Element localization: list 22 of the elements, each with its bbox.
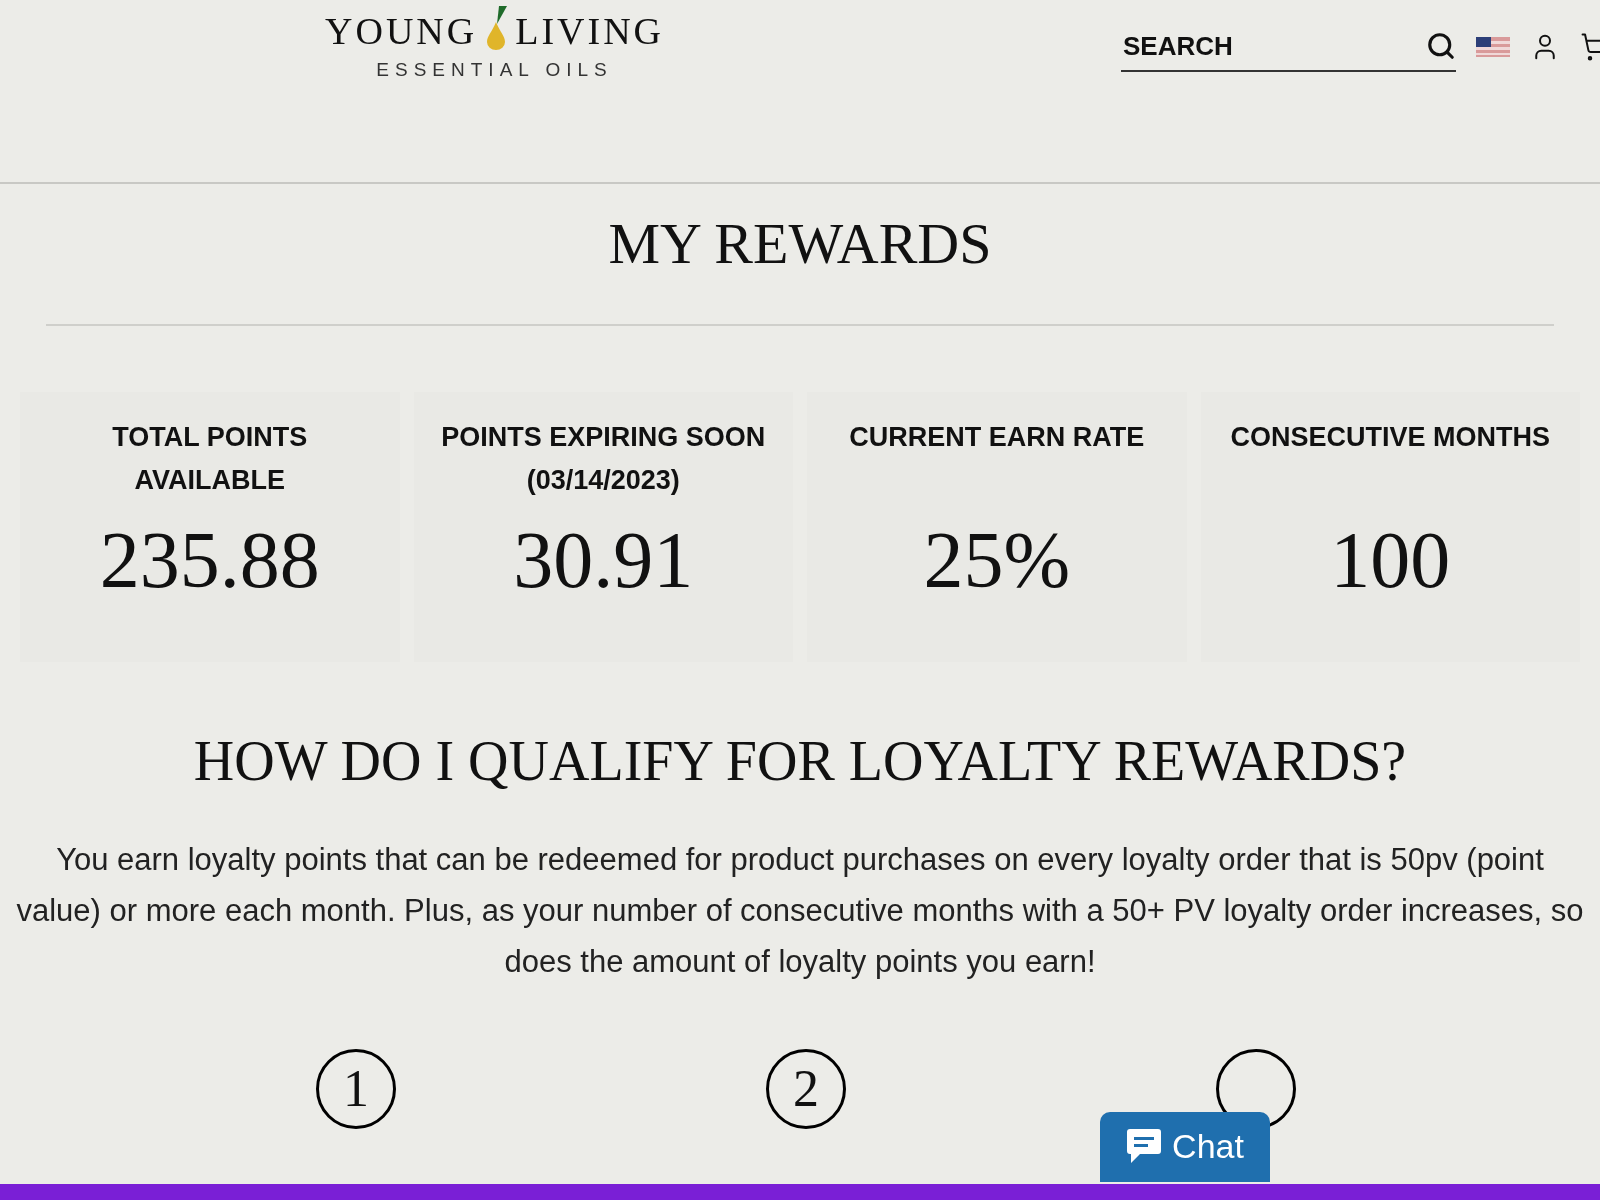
search-icon[interactable] bbox=[1426, 31, 1456, 61]
stat-label: CURRENT EARN RATE bbox=[849, 421, 1145, 454]
page-title: MY REWARDS bbox=[608, 210, 992, 278]
stat-value: 235.88 bbox=[99, 520, 320, 600]
search-field[interactable]: SEARCH bbox=[1121, 23, 1381, 69]
logo-tagline: ESSENTIAL OILS bbox=[376, 58, 613, 82]
info-paragraph: You earn loyalty points that can be redeemed for product purchases on every loyalty order that is 50pv (point value) or more each month. Plus, as your number of consecutive months with a 50+ PV loyalty order increases, so does the amount of loyalty points you earn! bbox=[15, 841, 1585, 981]
section-heading: HOW DO I QUALIFY FOR LOYALTY REWARDS? bbox=[192, 729, 1408, 794]
flag-icon[interactable] bbox=[1476, 37, 1510, 57]
oil-drop-icon bbox=[485, 6, 508, 50]
stat-value: 25% bbox=[923, 520, 1071, 600]
step-number: 2 bbox=[766, 1049, 846, 1129]
stat-label: POINTS EXPIRING SOON (03/14/2023) bbox=[440, 421, 767, 497]
chat-button[interactable]: Chat bbox=[1100, 1112, 1270, 1182]
logo-wordmark: YOUNG bbox=[325, 12, 478, 50]
stat-value: 30.91 bbox=[513, 520, 694, 600]
stat-label: TOTAL POINTS AVAILABLE bbox=[111, 421, 309, 497]
stat-value: 100 bbox=[1330, 520, 1451, 600]
chat-bubble-icon bbox=[1126, 1127, 1163, 1165]
step-number: 1 bbox=[316, 1049, 396, 1129]
logo-wordmark: LIVING bbox=[515, 12, 665, 50]
stat-label: CONSECUTIVE MONTHS bbox=[1230, 421, 1550, 454]
